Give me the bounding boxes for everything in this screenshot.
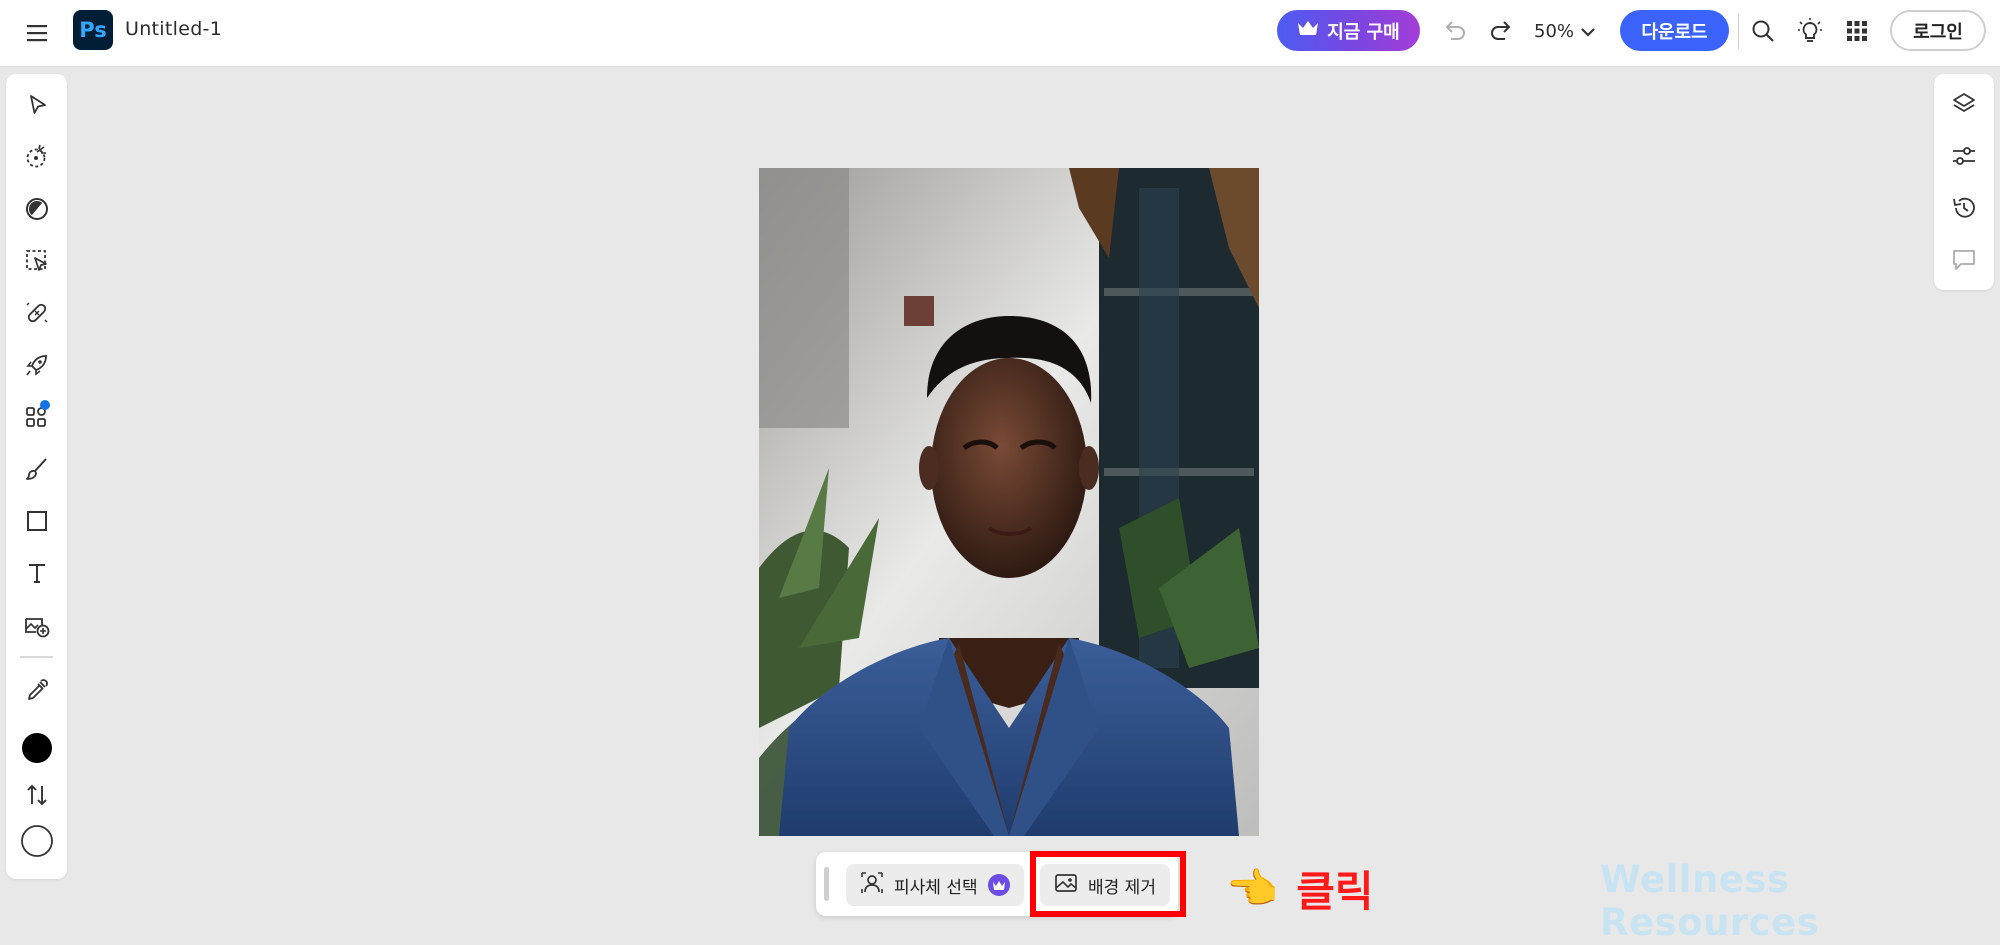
download-button[interactable]: 다운로드: [1620, 10, 1729, 51]
menu-icon[interactable]: [22, 18, 52, 48]
add-image-icon[interactable]: [16, 604, 57, 645]
foreground-color-swatch[interactable]: [16, 727, 57, 768]
top-bar: Ps Untitled-1 지금 구매 50% 다운로드 로그인: [0, 0, 2000, 67]
adjust-tool-icon[interactable]: [16, 188, 57, 229]
chevron-down-icon: [1580, 21, 1596, 42]
lightbulb-icon[interactable]: [1795, 15, 1825, 47]
premium-crown-icon: [987, 874, 1010, 896]
right-panel-bar: [1934, 74, 1994, 290]
photoshop-logo[interactable]: Ps: [73, 10, 113, 50]
zoom-dropdown[interactable]: 50%: [1534, 16, 1596, 46]
comments-icon[interactable]: [1944, 240, 1984, 280]
shape-tool-icon[interactable]: [16, 500, 57, 541]
brush-tool-icon[interactable]: [16, 448, 57, 489]
drag-handle[interactable]: [824, 867, 829, 901]
pointing-hand-icon: 👈: [1226, 863, 1279, 913]
left-toolbar: [6, 74, 67, 879]
notification-dot: [40, 400, 50, 410]
eyedropper-tool-icon[interactable]: [16, 669, 57, 710]
quick-actions-icon[interactable]: [16, 344, 57, 385]
adjustments-icon[interactable]: [1944, 136, 1984, 176]
divider: [1738, 13, 1739, 49]
add-ons-icon[interactable]: [16, 396, 57, 437]
select-subject-button[interactable]: 피사체 선택: [846, 864, 1024, 906]
healing-tool-icon[interactable]: [16, 292, 57, 333]
search-icon[interactable]: [1748, 16, 1778, 46]
background-color-swatch[interactable]: [16, 820, 57, 861]
crown-icon: [1297, 19, 1319, 42]
select-subject-icon: [860, 871, 884, 900]
object-select-tool-icon[interactable]: [16, 240, 57, 281]
undo-icon[interactable]: [1440, 16, 1470, 46]
buy-now-label: 지금 구매: [1327, 21, 1400, 43]
watermark: Wellness Resources: [1600, 858, 1820, 944]
buy-now-button[interactable]: 지금 구매: [1277, 10, 1420, 51]
zoom-value: 50%: [1534, 20, 1575, 42]
login-button[interactable]: 로그인: [1890, 10, 1986, 51]
select-tool-icon[interactable]: [16, 84, 57, 125]
layers-icon[interactable]: [1944, 84, 1984, 124]
document-title[interactable]: Untitled-1: [125, 18, 222, 40]
redo-icon[interactable]: [1486, 16, 1516, 46]
swap-colors-icon[interactable]: [16, 774, 57, 815]
history-icon[interactable]: [1944, 188, 1984, 228]
select-subject-label: 피사체 선택: [894, 877, 978, 898]
canvas-image[interactable]: [759, 168, 1259, 836]
apps-grid-icon[interactable]: [1843, 17, 1871, 45]
quick-select-tool-icon[interactable]: [16, 136, 57, 177]
highlight-box: [1030, 851, 1186, 917]
click-annotation: 👈 클릭: [1226, 858, 1374, 919]
text-tool-icon[interactable]: [16, 552, 57, 593]
click-label: 클릭: [1296, 867, 1374, 916]
toolbar-divider: [20, 656, 53, 658]
